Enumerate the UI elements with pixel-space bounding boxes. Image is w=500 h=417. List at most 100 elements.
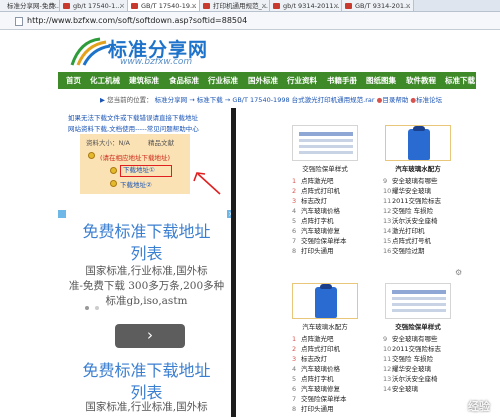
product-caption[interactable]: 交强险保单样式 [292, 163, 358, 173]
list-item-label[interactable]: 汽车玻璃价格 [301, 207, 340, 215]
list-item[interactable]: 6 汽车玻璃修复 [292, 226, 347, 236]
address-bar[interactable]: http://www.bzfxw.com/soft/softdown.asp?s… [0, 12, 500, 30]
help-notice[interactable]: 网站资料下载,文档使用-----常见问题帮助中心 [68, 123, 199, 133]
browser-tab-active[interactable]: GB/T 17540-19... × [128, 0, 200, 11]
browser-tab[interactable]: gb/t 9314-2011... × [270, 0, 342, 11]
download-link-2[interactable]: 下载地址② [120, 179, 152, 189]
list-item-label[interactable]: 点阵激光吧 [301, 335, 334, 343]
list-item-label[interactable]: 点阵式打号机 [392, 237, 431, 245]
nav-item-software[interactable]: 软件教程 [406, 72, 436, 89]
close-icon[interactable]: × [333, 0, 339, 11]
list-item[interactable]: 13沃尔沃安全座椅 [383, 374, 441, 384]
list-item-label[interactable]: 汽车玻璃价格 [301, 365, 340, 373]
list-item-label[interactable]: 交强险 车损险 [392, 355, 433, 363]
ad-choices-icon[interactable] [58, 210, 66, 218]
list-item-label[interactable]: 耀华安全玻璃 [392, 187, 431, 195]
nav-item-docs[interactable]: 行业资料 [287, 72, 317, 89]
list-item-label[interactable]: 标志改灯 [301, 355, 327, 363]
list-item[interactable]: 7 交强险保单样本 [292, 394, 347, 404]
list-item-label[interactable]: 2011交强险标志 [392, 345, 441, 353]
close-icon[interactable]: × [119, 0, 125, 11]
ad-next-button[interactable]: › [115, 324, 185, 348]
list-item[interactable]: 3 标志改灯 [292, 196, 347, 206]
product-image[interactable] [385, 125, 451, 161]
list-item[interactable]: 9 安全玻璃有哪些 [383, 176, 441, 186]
browser-tab[interactable]: 打印机通用规范_... × [200, 0, 270, 11]
url-text[interactable]: http://www.bzfxw.com/soft/softdown.asp?s… [27, 14, 247, 28]
list-item-label[interactable]: 沃尔沃安全座椅 [392, 375, 438, 383]
list-item-label[interactable]: 点阵式打印机 [301, 345, 340, 353]
list-item[interactable]: 5 点阵打字机 [292, 374, 347, 384]
ad-title[interactable]: 列表 [58, 240, 235, 264]
nav-item-drawings[interactable]: 图纸图集 [366, 72, 396, 89]
list-item-label[interactable]: 交强险保单样本 [301, 237, 347, 245]
list-item[interactable]: 5 点阵打字机 [292, 216, 347, 226]
list-item-label[interactable]: 耀华安全玻璃 [392, 365, 431, 373]
list-item-label[interactable]: 交强险 车损险 [392, 207, 433, 215]
list-item[interactable]: 112011交强险标志 [383, 196, 441, 206]
list-item[interactable]: 14安全玻璃 [383, 384, 441, 394]
list-item[interactable]: 3 标志改灯 [292, 354, 347, 364]
list-item-label[interactable]: 安全玻璃有哪些 [392, 335, 438, 343]
list-item[interactable]: 1 点阵激光吧 [292, 176, 347, 186]
list-item-label[interactable]: 安全玻璃 [392, 385, 418, 393]
product-caption[interactable]: 交强险保单样式 [385, 321, 451, 331]
product-image[interactable] [292, 283, 358, 319]
list-item-label[interactable]: 汽车玻璃修复 [301, 385, 340, 393]
nav-item-chem[interactable]: 化工机械 [90, 72, 120, 89]
close-icon[interactable]: × [261, 0, 267, 11]
list-item-label[interactable]: 打印头通用 [301, 247, 334, 255]
list-item[interactable]: 12交强险 车损险 [383, 206, 441, 216]
nav-item-books[interactable]: 书籍手册 [327, 72, 357, 89]
list-item-label[interactable]: 打印头通用 [301, 405, 334, 413]
list-item[interactable]: 2 点阵式打印机 [292, 344, 347, 354]
browser-tab[interactable]: gb/t 17540-1... × [60, 0, 128, 11]
list-item[interactable]: 14激光打印机 [383, 226, 441, 236]
list-item[interactable]: 11交强险 车损险 [383, 354, 441, 364]
product-caption[interactable]: 汽车玻璃水配方 [292, 321, 358, 331]
list-item[interactable]: 9 安全玻璃有哪些 [383, 334, 441, 344]
close-icon[interactable]: × [191, 0, 197, 11]
list-item[interactable]: 10耀华安全玻璃 [383, 186, 441, 196]
list-item-label[interactable]: 2011交强险标志 [392, 197, 441, 205]
list-item[interactable]: 16交强险过期 [383, 246, 441, 256]
nav-item-building[interactable]: 建筑标准 [129, 72, 159, 89]
list-item[interactable]: 6 汽车玻璃修复 [292, 384, 347, 394]
list-item[interactable]: 13沃尔沃安全座椅 [383, 216, 441, 226]
product-image[interactable] [385, 283, 451, 319]
list-item-label[interactable]: 安全玻璃有哪些 [392, 177, 438, 185]
list-item[interactable]: 8 打印头通用 [292, 246, 347, 256]
settings-icon[interactable]: ⚙ [455, 268, 462, 277]
list-item[interactable]: 8 打印头通用 [292, 404, 347, 414]
browser-tab[interactable]: 标准分享网-免费... × [0, 0, 60, 11]
ad-title[interactable]: 免费标准下载地址 [58, 357, 235, 381]
close-icon[interactable]: × [405, 0, 411, 11]
breadcrumb-path[interactable]: 标准分享网 → 标准下载 → GB/T 17540-1998 台式激光打印机通用… [155, 96, 375, 104]
carousel-dot[interactable] [95, 306, 99, 310]
list-item-label[interactable]: 标志改灯 [301, 197, 327, 205]
nav-item-home[interactable]: 首页 [66, 72, 81, 89]
breadcrumb-forum-link[interactable]: 标准论坛 [416, 96, 442, 104]
list-item-label[interactable]: 汽车玻璃修复 [301, 227, 340, 235]
breadcrumb-help-link[interactable]: 目录帮助 [382, 96, 408, 104]
list-item-label[interactable]: 交强险过期 [392, 247, 425, 255]
list-item-label[interactable]: 点阵式打印机 [301, 187, 340, 195]
product-caption[interactable]: 汽车玻璃水配方 [385, 163, 451, 173]
list-item[interactable]: 15点阵式打号机 [383, 236, 441, 246]
download-notice[interactable]: 如果无法下载文件或下载错误请直接下载地址 [68, 112, 198, 122]
list-item[interactable]: 7 交强险保单样本 [292, 236, 347, 246]
list-item-label[interactable]: 点阵激光吧 [301, 177, 334, 185]
nav-item-food[interactable]: 食品标准 [169, 72, 199, 89]
carousel-dot-active[interactable] [85, 306, 89, 310]
list-item-label[interactable]: 交强险保单样本 [301, 395, 347, 403]
list-item[interactable]: 2 点阵式打印机 [292, 186, 347, 196]
browser-tab[interactable]: GB/T 9314-201... × [342, 0, 414, 11]
download-link-1[interactable]: 下载地址① [120, 165, 172, 177]
site-logo-icon[interactable] [70, 37, 110, 67]
close-icon[interactable]: × [51, 0, 57, 11]
list-item-label[interactable]: 点阵打字机 [301, 375, 334, 383]
nav-item-foreign[interactable]: 国外标准 [248, 72, 278, 89]
list-item-label[interactable]: 点阵打字机 [301, 217, 334, 225]
list-item[interactable]: 4 汽车玻璃价格 [292, 364, 347, 374]
product-image[interactable] [292, 125, 358, 161]
